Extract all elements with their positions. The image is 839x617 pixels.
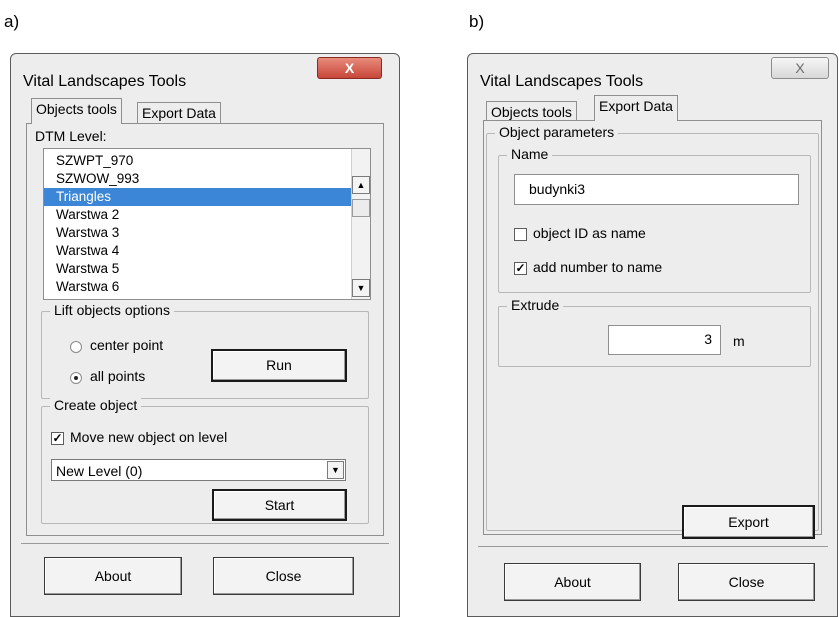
extrude-group-label: Extrude [507,297,564,313]
start-button[interactable]: Start [212,489,347,521]
scroll-up-icon[interactable]: ▲ [352,176,370,194]
name-group: Name budynki3 object ID as name ✓ add nu… [498,146,811,293]
window-title: Vital Landscapes Tools [480,73,644,90]
level-combo[interactable]: New Level (0) ▼ [51,459,346,481]
list-item[interactable]: Warstwa 4 [44,242,370,260]
list-item[interactable]: Warstwa 5 [44,260,370,278]
window-close-icon[interactable]: X [771,57,829,79]
tab-objects-tools[interactable]: Objects tools [31,98,122,124]
about-button[interactable]: About [504,563,641,601]
dtm-level-label: DTM Level: [35,128,107,144]
run-button[interactable]: Run [211,349,347,382]
list-item[interactable]: Warstwa 6 [44,278,370,296]
chevron-down-icon[interactable]: ▼ [327,461,344,479]
extrude-unit: m [733,333,745,349]
name-group-label: Name [507,146,553,162]
extrude-input[interactable]: 3 [608,325,721,355]
tab-export-data[interactable]: Export Data [137,102,221,124]
object-id-checkbox[interactable] [514,228,527,241]
name-input[interactable]: budynki3 [514,174,799,205]
create-object-group-label: Create object [50,397,142,413]
tab-export-data[interactable]: Export Data [594,95,678,121]
dtm-level-list[interactable]: SZWPT_970 SZWOW_993 Triangles Warstwa 2 … [43,148,371,300]
add-number-checkbox[interactable]: ✓ [514,262,527,275]
objects-tools-window: Vital Landscapes Tools X Objects tools E… [10,53,400,617]
extrude-input-value: 3 [704,331,712,347]
lift-objects-group-label: Lift objects options [50,302,174,318]
export-data-window: Vital Landscapes Tools X Objects tools E… [467,53,838,617]
about-button[interactable]: About [44,557,182,595]
scroll-down-icon[interactable]: ▼ [352,279,370,297]
object-id-label: object ID as name [533,225,646,241]
list-item[interactable]: Warstwa 3 [44,224,370,242]
level-combo-value: New Level (0) [56,463,143,479]
object-parameters-label: Object parameters [495,124,619,140]
extrude-group: Extrude 3 m [498,297,811,367]
move-object-label: Move new object on level [70,429,228,445]
list-item-selected[interactable]: Triangles [44,188,351,206]
close-button[interactable]: Close [678,563,815,601]
name-input-value: budynki3 [529,181,586,197]
all-points-label: all points [90,368,146,384]
tab-page-export-data: Object parameters Name budynki3 object I… [483,120,822,535]
move-object-checkbox[interactable]: ✓ [51,432,64,445]
panel-b-label: b) [469,12,485,31]
list-item[interactable]: SZWOW_993 [44,170,370,188]
export-button[interactable]: Export [682,505,815,539]
list-scrollbar[interactable]: ▲ ▼ [351,149,370,299]
all-points-radio[interactable] [70,372,82,384]
window-title: Vital Landscapes Tools [23,73,187,90]
center-point-label: center point [90,337,164,353]
list-item[interactable]: Warstwa 2 [44,206,370,224]
list-item[interactable]: SZWPT_970 [44,152,370,170]
tab-page-objects-tools: DTM Level: SZWPT_970 SZWOW_993 Triangles… [26,123,384,536]
lift-objects-group: Lift objects options center point all po… [41,302,369,399]
object-parameters-group: Object parameters Name budynki3 object I… [486,124,819,531]
center-point-radio[interactable] [70,341,82,353]
add-number-label: add number to name [533,259,663,275]
bottom-separator [21,543,389,544]
window-close-icon[interactable]: X [317,57,382,79]
scroll-thumb[interactable] [352,199,370,217]
panel-a-label: a) [4,12,20,31]
create-object-group: Create object ✓ Move new object on level… [41,397,369,524]
bottom-separator [478,546,828,547]
close-button[interactable]: Close [213,557,354,595]
